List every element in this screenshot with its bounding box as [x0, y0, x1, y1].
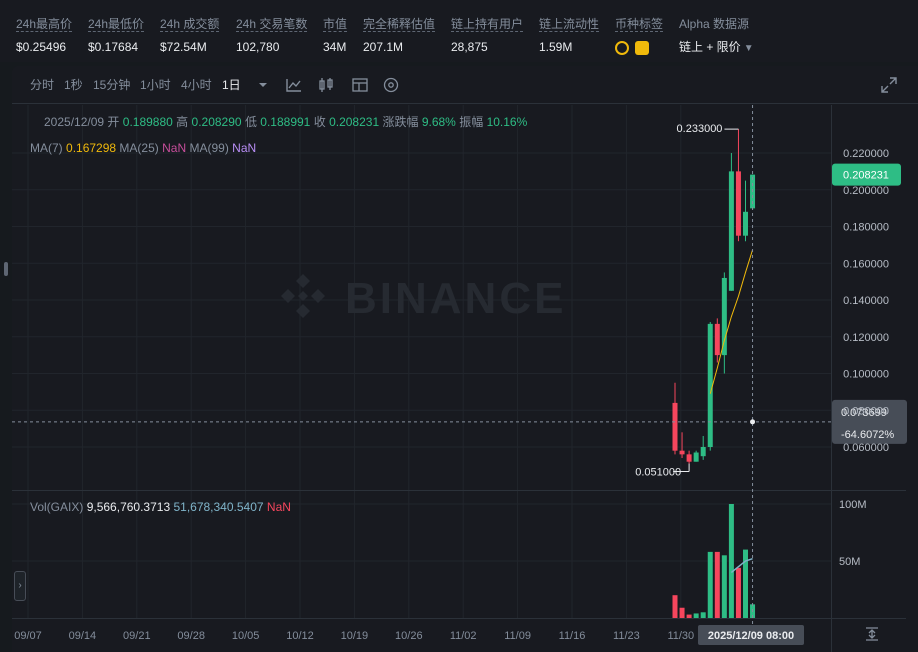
x-axis-tick-label: 11/02	[450, 630, 477, 642]
ma99-label: MA(99)	[189, 141, 229, 155]
x-axis-tick-label: 10/05	[232, 630, 260, 642]
close-label: 收	[313, 115, 326, 129]
candle-body	[686, 454, 692, 462]
candle-body	[693, 452, 699, 462]
volume-label: Vol(GAIX)	[30, 500, 84, 514]
price-axis-tick-label: 0.200000	[843, 185, 889, 197]
volume-bar	[707, 551, 713, 618]
price-axis-tick-label: 0.140000	[843, 295, 889, 307]
candle-body	[735, 171, 741, 236]
watermark-text: BINANCE	[345, 274, 566, 323]
price-axis-tick-label: 0.180000	[843, 222, 889, 234]
x-axis-tick-label: 11/23	[613, 630, 640, 642]
volume-bar	[714, 551, 720, 618]
volume-value: 9,566,760.3713	[86, 500, 171, 514]
price-axis-tick-label: 0.100000	[843, 369, 889, 381]
price-axis-tick-label: 0.220000	[843, 148, 889, 160]
x-axis-tick-label: 11/16	[559, 630, 586, 642]
x-axis-tick-label: 09/07	[14, 630, 42, 642]
ohlc-legend: 2025/12/09 开 0.189880 高 0.208290 低 0.188…	[44, 115, 527, 129]
x-axis-tick-label: 11/09	[504, 630, 531, 642]
x-axis-tick-label: 11/30	[667, 630, 694, 642]
volume-ma2-value: NaN	[266, 500, 291, 514]
candle-body	[743, 211, 748, 236]
price-axis-tick-label: 0.060000	[843, 442, 889, 454]
amplitude-label: 振幅	[459, 115, 484, 129]
volume-legend[interactable]: Vol(GAIX) 9,566,760.3713 51,678,340.5407…	[30, 500, 291, 514]
x-axis-tick-label: 10/26	[395, 630, 423, 642]
ma25-label: MA(25)	[119, 141, 159, 155]
volume-bar	[686, 614, 692, 618]
x-axis-tick-label: 10/12	[286, 630, 314, 642]
candle-body	[672, 402, 678, 451]
candle-body	[728, 171, 734, 291]
chart-axes: 09/07 09/14 09/21 09/28 10/05 10/12 10/19 10/26…	[14, 148, 889, 642]
change-value: 9.68%	[421, 115, 456, 129]
collapse-toggle-button[interactable]: ›	[14, 571, 26, 601]
high-annotation-label: 0.233000	[677, 123, 723, 135]
axis-scale-icon-shape	[866, 627, 878, 641]
crosshair-point	[750, 419, 756, 425]
x-axis-tick-label: 09/14	[69, 630, 97, 642]
chevron-right-icon: ›	[18, 580, 22, 591]
x-axis-tick-label: 10/19	[341, 630, 369, 642]
low-label: 低	[244, 115, 257, 129]
crosshair-change-label: -64.6072%	[841, 429, 894, 441]
axis-scale-icon[interactable]	[866, 627, 878, 641]
chart-panes	[12, 105, 906, 652]
chart-overlays: 0.2330000.0510000.2082310.073699-64.6072…	[12, 105, 907, 645]
high-label: 高	[176, 115, 189, 129]
amplitude-value: 10.16%	[486, 115, 528, 129]
volume-bar	[679, 607, 685, 618]
candle-body	[679, 450, 685, 455]
volume-axis-tick-label: 100M	[839, 499, 867, 511]
current-price-label: 0.208231	[843, 170, 889, 182]
ma-legend[interactable]: MA(7) 0.167298 MA(25) NaN MA(99) NaN	[30, 141, 256, 155]
price-chart[interactable]: BINANCE 0.2330000.0510000.2082310.073699…	[0, 0, 918, 652]
volume-ma-value: 51,678,340.5407	[173, 500, 264, 514]
volume-bar	[700, 612, 706, 618]
volume-bar	[693, 613, 699, 618]
binance-watermark: BINANCE	[281, 274, 566, 323]
change-label: 涨跌幅	[382, 115, 419, 129]
price-axis-tick-label: 0.080000	[843, 405, 889, 417]
volume-axis-tick-label: 50M	[839, 556, 860, 568]
open-label: 开	[107, 115, 120, 129]
ma7-label: MA(7)	[30, 141, 63, 155]
volume-bar	[721, 555, 727, 618]
open-value: 0.189880	[122, 115, 173, 129]
ma25-value: NaN	[162, 141, 187, 155]
price-axis-tick-label: 0.160000	[843, 258, 889, 270]
low-annotation-label: 0.051000	[635, 467, 681, 479]
volume-bar	[672, 595, 678, 618]
ma99-value: NaN	[232, 141, 257, 155]
low-value: 0.188991	[260, 115, 311, 129]
volume-bar	[728, 504, 734, 618]
volume-bar	[735, 567, 741, 618]
price-axis-tick-label: 0.120000	[843, 332, 889, 344]
candle-body	[714, 323, 720, 356]
candles	[672, 129, 756, 464]
candle-body	[721, 277, 727, 356]
high-value: 0.208290	[191, 115, 242, 129]
x-axis-tick-label: 09/28	[177, 630, 205, 642]
crosshair-date-label: 2025/12/09 08:00	[708, 630, 794, 642]
candle-body	[700, 447, 706, 457]
ohlc-date: 2025/12/09	[44, 115, 105, 129]
close-value: 0.208231	[329, 115, 380, 129]
x-axis-tick-label: 09/21	[123, 630, 151, 642]
ma7-value: 0.167298	[66, 141, 117, 155]
binance-logo-icon	[281, 274, 325, 318]
